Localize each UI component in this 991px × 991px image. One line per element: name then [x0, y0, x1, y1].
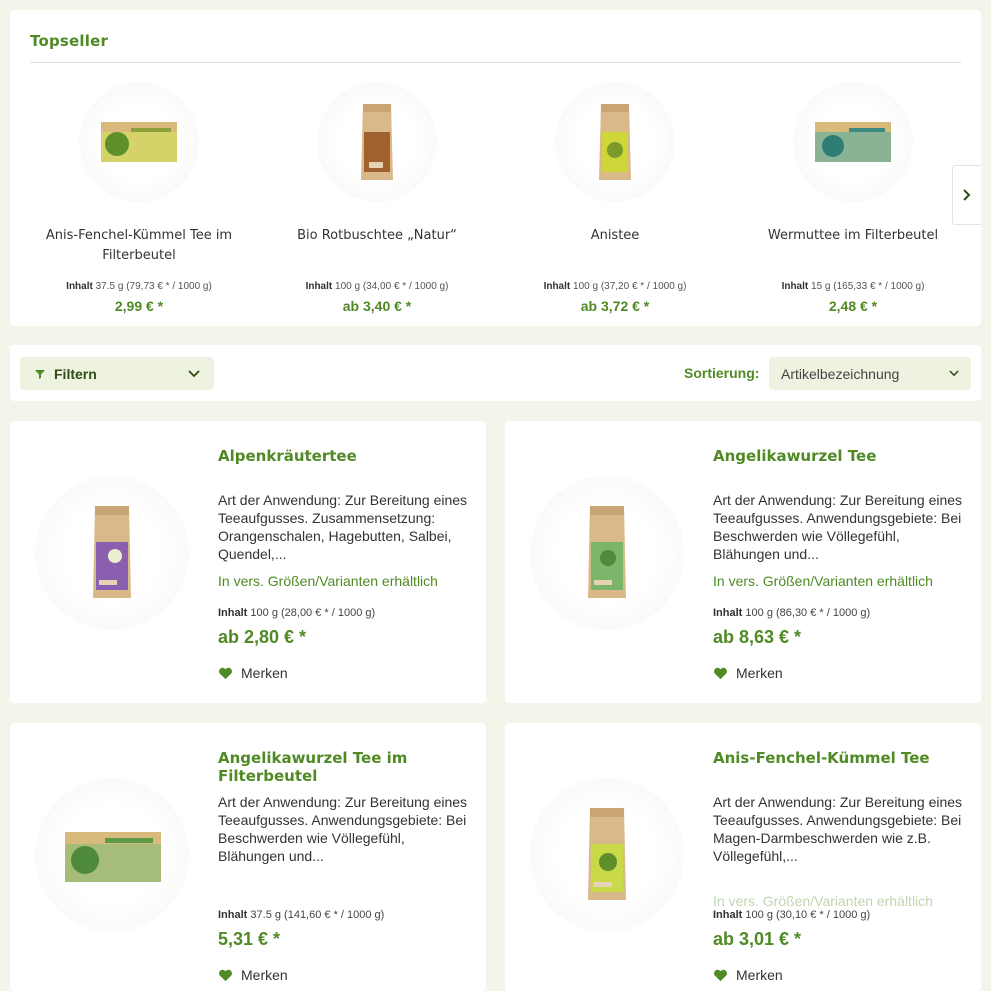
product-image[interactable]	[530, 476, 684, 630]
content-value: 100 g (34,00 € * / 1000 g)	[335, 281, 449, 292]
filter-icon	[35, 369, 45, 379]
content-value: 37.5 g (141,60 € * / 1000 g)	[250, 909, 385, 921]
content-info: Inhalt 100 g (86,30 € * / 1000 g)	[713, 607, 973, 619]
content-label: Inhalt	[218, 607, 248, 619]
content-label: Inhalt	[781, 281, 809, 292]
product-card: Alpenkräutertee Art der Anwendung: Zur B…	[10, 421, 486, 703]
content-info: Inhalt 100 g (37,20 € * / 1000 g)	[496, 281, 734, 292]
product-image[interactable]	[793, 82, 913, 202]
content-value: 100 g (30,10 € * / 1000 g)	[745, 909, 871, 921]
product-image[interactable]	[530, 778, 684, 932]
wishlist-button[interactable]: Merken	[713, 665, 783, 681]
wishlist-label: Merken	[241, 665, 288, 681]
content-info: Inhalt 100 g (34,00 € * / 1000 g)	[258, 281, 496, 292]
content-info: Inhalt 100 g (28,00 € * / 1000 g)	[218, 607, 478, 619]
content-value: 37.5 g (79,73 € * / 1000 g)	[95, 281, 212, 292]
product-title[interactable]: Anis-Fenchel-Kümmel Tee	[713, 749, 930, 767]
content-label: Inhalt	[713, 607, 743, 619]
product-card: Angelikawurzel Tee Art der Anwendung: Zu…	[505, 421, 981, 703]
product-image[interactable]	[35, 778, 189, 932]
product-price: ab 3,01 € *	[713, 929, 802, 949]
slider-next-button[interactable]	[952, 165, 981, 225]
topseller-price: 2,48 € *	[828, 298, 878, 314]
topseller-item[interactable]: Anis-Fenchel-Kümmel Tee im Filterbeutel …	[20, 82, 258, 314]
chevron-down-icon	[188, 369, 200, 377]
product-card: Anis-Fenchel-Kümmel Tee Art der Anwendun…	[505, 723, 981, 991]
content-info: Inhalt 37.5 g (79,73 € * / 1000 g)	[20, 281, 258, 292]
product-price: ab 8,63 € *	[713, 627, 802, 647]
content-info: Inhalt 100 g (30,10 € * / 1000 g)	[713, 909, 973, 921]
variants-note: In vers. Größen/Varianten erhältlich	[218, 573, 438, 589]
content-label: Inhalt	[66, 281, 93, 292]
topseller-name[interactable]: Wermuttee im Filterbeutel	[738, 226, 968, 246]
filter-button[interactable]: Filtern	[20, 357, 214, 390]
content-label: Inhalt	[713, 909, 743, 921]
sort-select[interactable]: Artikelbezeichnung	[769, 357, 971, 390]
content-label: Inhalt	[305, 281, 333, 292]
content-label: Inhalt	[218, 909, 248, 921]
topseller-item[interactable]: Wermuttee im Filterbeutel Inhalt 15 g (1…	[734, 82, 972, 314]
variants-note: In vers. Größen/Varianten erhältlich	[713, 573, 933, 589]
heart-icon	[714, 969, 727, 981]
topseller-name[interactable]: Anis-Fenchel-Kümmel Tee im Filterbeutel	[24, 226, 254, 266]
filter-bar: Filtern Sortierung: Artikelbezeichnung	[10, 345, 981, 401]
filter-label: Filtern	[54, 365, 97, 382]
product-title[interactable]: Angelikawurzel Tee im Filterbeutel	[218, 749, 486, 785]
content-label: Inhalt	[543, 281, 571, 292]
chevron-right-icon	[963, 189, 971, 201]
sort-label: Sortierung:	[684, 365, 760, 381]
topseller-price: 2,99 € *	[114, 298, 164, 314]
topseller-name[interactable]: Bio Rotbuschtee „Natur“	[262, 226, 492, 246]
wishlist-button[interactable]: Merken	[218, 967, 288, 983]
content-info: Inhalt 37.5 g (141,60 € * / 1000 g)	[218, 909, 478, 921]
wishlist-button[interactable]: Merken	[713, 967, 783, 983]
topseller-name[interactable]: Anistee	[500, 226, 730, 246]
topseller-panel: Topseller Anis-Fenchel-Kümmel Tee im Fil…	[10, 10, 981, 326]
wishlist-label: Merken	[241, 967, 288, 983]
topseller-item[interactable]: Bio Rotbuschtee „Natur“ Inhalt 100 g (34…	[258, 82, 496, 314]
content-value: 100 g (86,30 € * / 1000 g)	[745, 607, 871, 619]
content-info: Inhalt 15 g (165,33 € * / 1000 g)	[734, 281, 972, 292]
product-image[interactable]	[79, 82, 199, 202]
heart-icon	[219, 969, 232, 981]
product-price: ab 2,80 € *	[218, 627, 307, 647]
product-image[interactable]	[35, 476, 189, 630]
variants-note: In vers. Größen/Varianten erhältlich	[713, 893, 933, 909]
heart-icon	[219, 667, 232, 679]
topseller-item[interactable]: Anistee Inhalt 100 g (37,20 € * / 1000 g…	[496, 82, 734, 314]
product-image[interactable]	[317, 82, 437, 202]
product-title[interactable]: Alpenkräutertee	[218, 447, 357, 465]
content-value: 100 g (37,20 € * / 1000 g)	[573, 281, 687, 292]
product-description: Art der Anwendung: Zur Bereitung eines T…	[713, 492, 963, 562]
wishlist-label: Merken	[736, 967, 783, 983]
product-description: Art der Anwendung: Zur Bereitung eines T…	[713, 794, 963, 864]
topseller-price: ab 3,40 € *	[342, 298, 412, 314]
divider	[30, 62, 961, 63]
sort-value: Artikelbezeichnung	[781, 365, 900, 382]
product-title[interactable]: Angelikawurzel Tee	[713, 447, 876, 465]
topseller-title: Topseller	[30, 32, 109, 50]
product-description: Art der Anwendung: Zur Bereitung eines T…	[218, 794, 468, 864]
heart-icon	[714, 667, 727, 679]
content-value: 15 g (165,33 € * / 1000 g)	[811, 281, 925, 292]
wishlist-label: Merken	[736, 665, 783, 681]
product-card: Angelikawurzel Tee im Filterbeutel Art d…	[10, 723, 486, 991]
product-description: Art der Anwendung: Zur Bereitung eines T…	[218, 492, 468, 562]
content-value: 100 g (28,00 € * / 1000 g)	[250, 607, 376, 619]
product-image[interactable]	[555, 82, 675, 202]
chevron-down-icon	[949, 370, 959, 377]
product-price: 5,31 € *	[218, 929, 281, 949]
wishlist-button[interactable]: Merken	[218, 665, 288, 681]
topseller-price: ab 3,72 € *	[580, 298, 650, 314]
